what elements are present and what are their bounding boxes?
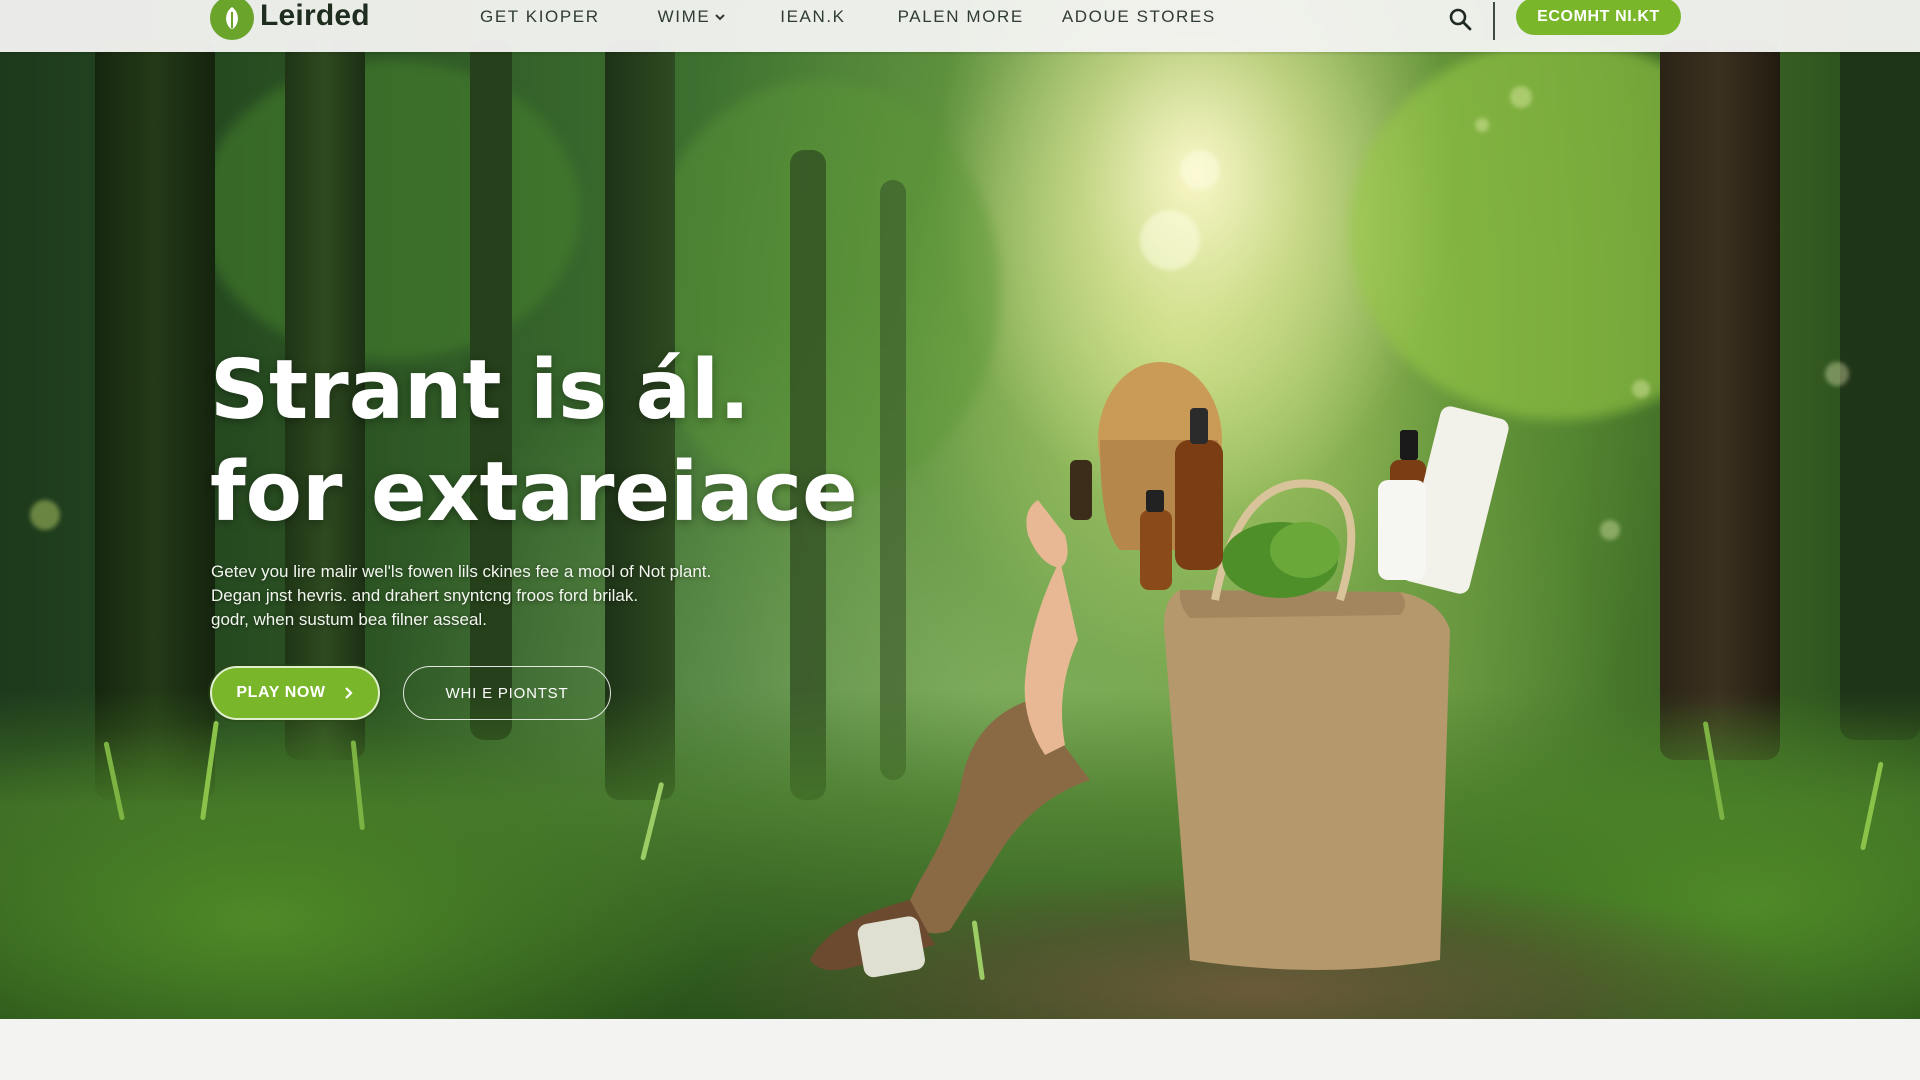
nav-label: PALEN MORE <box>897 7 1024 26</box>
hero-title-line-1: Strant is ál. <box>210 343 751 438</box>
nav-label: ADOUE STORES <box>1061 7 1216 26</box>
nav-divider <box>1493 2 1495 40</box>
light-bokeh <box>1825 362 1849 386</box>
brand-logo[interactable]: Leirded <box>210 0 370 40</box>
nav-item-wime[interactable]: WIME <box>658 7 727 27</box>
hero-subtitle-line: Getev you lire malir wel'ls fowen lils c… <box>211 562 712 581</box>
nav-item-adoue-stores[interactable]: ADOUE STORES <box>1062 7 1216 27</box>
light-bokeh <box>1140 210 1200 270</box>
light-bokeh <box>1475 118 1489 132</box>
cta-button[interactable]: ECOMHT NI.KT <box>1516 0 1681 35</box>
hero-title-line-2: for extareiace <box>210 445 858 540</box>
tree-trunk <box>1660 40 1780 760</box>
hero-subtitle: Getev you lire malir wel'ls fowen lils c… <box>211 560 831 632</box>
tree-trunk <box>95 40 215 800</box>
nav-item-ieank[interactable]: IEAN.K <box>780 7 845 27</box>
nav-label: WIME <box>657 7 711 26</box>
brand-name: Leirded <box>260 0 370 32</box>
canopy-foliage <box>200 60 580 360</box>
light-bokeh <box>1180 150 1220 190</box>
tree-trunk <box>1840 40 1920 740</box>
secondary-button[interactable]: WHI E PIONTST <box>403 666 611 720</box>
leaf-icon <box>210 0 254 40</box>
nav-item-palen-more[interactable]: PALEN MORE <box>898 7 1024 27</box>
page-below-fold <box>0 1019 1920 1080</box>
play-now-label: PLAY NOW <box>236 684 326 701</box>
chevron-down-icon <box>715 14 725 21</box>
search-icon[interactable] <box>1446 5 1474 33</box>
top-navbar: Leirded GET KIOPER WIME IEAN.K PALEN MOR… <box>0 0 1920 52</box>
play-now-button[interactable]: PLAY NOW <box>210 666 380 720</box>
light-bokeh <box>1510 86 1532 108</box>
nav-label: GET KIOPER <box>480 7 600 26</box>
hero-subtitle-line: Degan jnst hevris. and drahert snyntcng … <box>211 586 639 605</box>
light-bokeh <box>30 500 60 530</box>
hero-title: Strant is ál. for extareiace <box>210 340 970 544</box>
chevron-right-icon <box>344 687 353 699</box>
hero-subtitle-line: godr, when sustum bea filner asseal. <box>211 610 487 629</box>
nav-item-get-kioper[interactable]: GET KIOPER <box>480 7 600 27</box>
main-nav: GET KIOPER WIME IEAN.K PALEN MORE ADOUE … <box>480 0 1216 34</box>
nav-label: IEAN.K <box>780 7 846 26</box>
